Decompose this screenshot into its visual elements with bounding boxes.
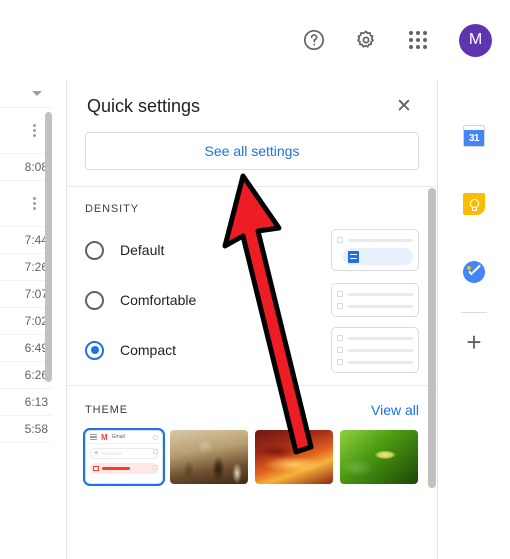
mini-inbox-row <box>90 463 158 474</box>
top-bar-icons: M <box>299 23 492 57</box>
theme-thumb-gmail-light[interactable]: M Gmail + <box>85 430 163 484</box>
table-row[interactable]: 5:58 <box>0 416 52 443</box>
theme-thumb-canyon[interactable] <box>255 430 333 484</box>
google-tasks-icon[interactable] <box>463 238 485 306</box>
google-keep-icon[interactable] <box>463 170 485 238</box>
mini-checkbox <box>153 465 158 470</box>
panel-scrollbar[interactable] <box>428 188 436 488</box>
mini-gmail-topbar: M Gmail <box>86 431 162 444</box>
mini-compose-button: + <box>90 448 158 459</box>
theme-section: THEME View all M Gmail + <box>67 386 437 494</box>
theme-label: THEME <box>85 404 128 416</box>
density-preview-default <box>331 229 419 271</box>
theme-header: THEME View all <box>85 402 419 418</box>
chevron-down-icon <box>32 91 42 96</box>
calendar-date-label: 31 <box>464 130 484 146</box>
density-preview-compact <box>331 327 419 373</box>
mini-gmail-body: + <box>86 444 162 478</box>
side-apps-rail: 31 + <box>438 80 510 559</box>
hamburger-icon <box>90 433 97 441</box>
preview-selected-chip <box>343 248 413 265</box>
close-icon[interactable]: ✕ <box>391 93 417 119</box>
table-row[interactable]: 6:13 <box>0 389 52 416</box>
google-calendar-icon[interactable]: 31 <box>463 102 485 170</box>
radio-compact[interactable] <box>85 340 104 360</box>
mail-list-caret[interactable] <box>0 80 52 108</box>
gmail-wordmark: Gmail <box>111 434 125 440</box>
mail-list-scrollbar[interactable] <box>45 112 52 382</box>
view-all-themes-link[interactable]: View all <box>371 402 419 418</box>
gmail-logo-icon: M <box>101 432 108 442</box>
density-option-comfortable[interactable]: Comfortable <box>85 275 419 325</box>
help-circle-icon[interactable] <box>299 25 329 55</box>
density-preview-comfortable <box>331 283 419 317</box>
theme-thumb-leaf[interactable] <box>340 430 418 484</box>
mini-checkbox <box>153 449 158 454</box>
see-all-settings-wrap: See all settings <box>67 132 437 186</box>
density-label: DENSITY <box>85 203 139 215</box>
density-option-compact[interactable]: Compact <box>85 325 419 375</box>
mail-timestamp: 5:58 <box>24 422 48 436</box>
page-title: Quick settings <box>87 95 201 116</box>
theme-thumb-chess[interactable] <box>170 430 248 484</box>
radio-default[interactable] <box>85 240 104 260</box>
radio-comfortable[interactable] <box>85 290 104 310</box>
plus-icon: + <box>94 450 99 457</box>
top-app-bar: M <box>0 0 510 80</box>
see-all-settings-button[interactable]: See all settings <box>85 132 419 170</box>
gmail-quick-settings-screen: M 8:08 7:44 7:26 7:07 7:02 6:49 6:26 6:1… <box>0 0 510 559</box>
mail-icon <box>93 466 99 471</box>
density-section: DENSITY Default Comfortable Compact <box>67 187 437 385</box>
density-option-label: Compact <box>120 342 177 358</box>
apps-grid-dots <box>409 31 427 49</box>
panel-header: Quick settings ✕ <box>67 80 437 132</box>
theme-thumbnail-row: M Gmail + <box>85 430 419 484</box>
mail-timestamp: 6:13 <box>24 395 48 409</box>
quick-settings-panel: Quick settings ✕ See all settings DENSIT… <box>66 80 438 559</box>
avatar[interactable]: M <box>459 23 492 57</box>
density-option-label: Default <box>120 242 165 258</box>
mail-list-strip: 8:08 7:44 7:26 7:07 7:02 6:49 6:26 6:13 … <box>0 80 52 559</box>
search-icon <box>153 434 158 440</box>
gear-icon[interactable] <box>351 25 381 55</box>
density-option-default[interactable]: Default <box>85 225 419 275</box>
mail-document-icon <box>348 250 359 263</box>
lightbulb-icon <box>469 198 479 211</box>
density-option-label: Comfortable <box>120 292 197 308</box>
add-app-button[interactable]: + <box>459 327 489 357</box>
divider <box>461 312 487 313</box>
apps-grid-icon[interactable] <box>403 25 433 55</box>
